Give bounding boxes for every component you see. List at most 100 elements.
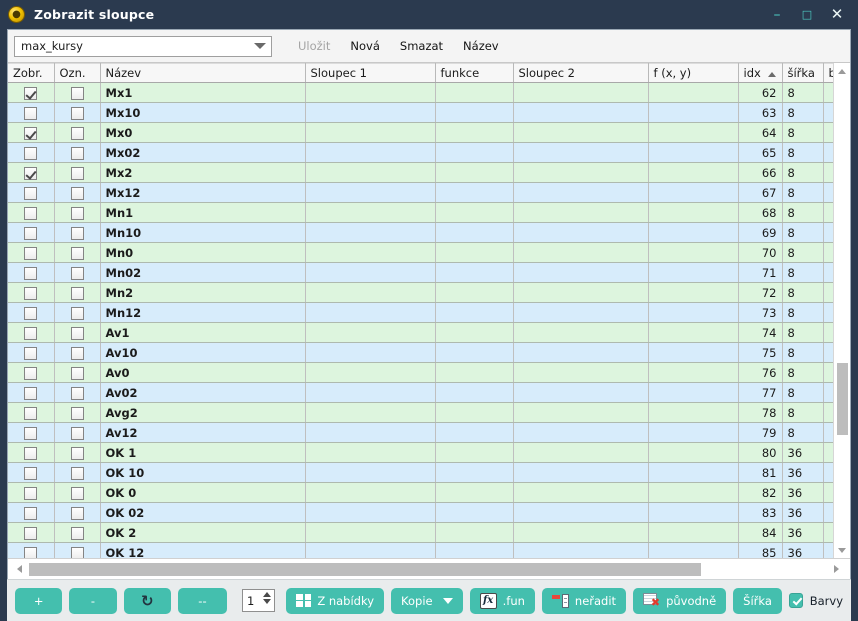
row-sloupec2-cell[interactable] (513, 282, 649, 303)
row-idx-cell[interactable]: 64 (738, 122, 783, 143)
row-funkce-cell[interactable] (435, 222, 514, 243)
row-sirka-cell[interactable]: 8 (782, 382, 824, 403)
row-fxy-cell[interactable] (648, 182, 739, 203)
row-name-cell[interactable]: Av0 (100, 362, 306, 383)
row-visible-checkbox[interactable] (8, 242, 55, 263)
row-fxy-cell[interactable] (648, 522, 739, 543)
row-sloupec1-cell[interactable] (305, 202, 436, 223)
refresh-button[interactable]: ↻ (123, 587, 171, 614)
row-marked-checkbox-box[interactable] (70, 386, 84, 400)
table-row[interactable]: Mx26680 (8, 162, 850, 183)
row-name-cell[interactable]: Mx02 (100, 142, 306, 163)
row-idx-cell[interactable]: 76 (738, 362, 783, 383)
row-sloupec2-cell[interactable] (513, 182, 649, 203)
row-sirka-cell[interactable]: 8 (782, 142, 824, 163)
row-funkce-cell[interactable] (435, 122, 514, 143)
row-idx-cell[interactable]: 85 (738, 542, 783, 558)
row-visible-checkbox[interactable] (8, 482, 55, 503)
row-visible-checkbox[interactable] (8, 222, 55, 243)
scroll-up-icon[interactable] (834, 63, 850, 79)
row-idx-cell[interactable]: 71 (738, 262, 783, 283)
table-row[interactable]: Mn07080 (8, 242, 850, 263)
row-visible-checkbox[interactable] (8, 142, 55, 163)
row-visible-checkbox-box[interactable] (24, 486, 38, 500)
row-sloupec1-cell[interactable] (305, 342, 436, 363)
row-sirka-cell[interactable]: 8 (782, 102, 824, 123)
row-marked-checkbox[interactable] (54, 482, 101, 503)
table-row[interactable]: Av17480 (8, 322, 850, 343)
row-sloupec1-cell[interactable] (305, 382, 436, 403)
row-fxy-cell[interactable] (648, 302, 739, 323)
row-marked-checkbox[interactable] (54, 442, 101, 463)
row-sloupec1-cell[interactable] (305, 322, 436, 343)
table-row[interactable]: OK 1081360 (8, 462, 850, 483)
row-funkce-cell[interactable] (435, 202, 514, 223)
table-row[interactable]: Mx126780 (8, 182, 850, 203)
chevron-down-icon[interactable] (251, 37, 269, 56)
row-name-cell[interactable]: Av12 (100, 422, 306, 443)
row-marked-checkbox-box[interactable] (70, 146, 84, 160)
row-sirka-cell[interactable]: 36 (782, 522, 824, 543)
row-name-cell[interactable]: Av02 (100, 382, 306, 403)
row-idx-cell[interactable]: 79 (738, 422, 783, 443)
row-idx-cell[interactable]: 77 (738, 382, 783, 403)
row-sirka-cell[interactable]: 8 (782, 82, 824, 103)
row-fxy-cell[interactable] (648, 262, 739, 283)
row-idx-cell[interactable]: 72 (738, 282, 783, 303)
row-sloupec1-cell[interactable] (305, 222, 436, 243)
row-fxy-cell[interactable] (648, 162, 739, 183)
row-name-cell[interactable]: Mx12 (100, 182, 306, 203)
row-idx-cell[interactable]: 75 (738, 342, 783, 363)
row-fxy-cell[interactable] (648, 322, 739, 343)
stepper-up-icon[interactable] (263, 592, 272, 597)
row-visible-checkbox-box[interactable] (24, 286, 38, 300)
row-sirka-cell[interactable]: 36 (782, 462, 824, 483)
table-row[interactable]: Av07680 (8, 362, 850, 383)
row-sirka-cell[interactable]: 8 (782, 242, 824, 263)
row-name-cell[interactable]: OK 02 (100, 502, 306, 523)
row-name-cell[interactable]: Av1 (100, 322, 306, 343)
table-row[interactable]: OK 180360 (8, 442, 850, 463)
row-visible-checkbox[interactable] (8, 522, 55, 543)
row-fxy-cell[interactable] (648, 462, 739, 483)
row-fxy-cell[interactable] (648, 442, 739, 463)
row-sloupec2-cell[interactable] (513, 542, 649, 558)
row-marked-checkbox[interactable] (54, 302, 101, 323)
row-sloupec1-cell[interactable] (305, 82, 436, 103)
row-fxy-cell[interactable] (648, 282, 739, 303)
row-sloupec2-cell[interactable] (513, 82, 649, 103)
row-marked-checkbox-box[interactable] (70, 346, 84, 360)
row-visible-checkbox-box[interactable] (24, 386, 38, 400)
row-marked-checkbox[interactable] (54, 342, 101, 363)
row-idx-cell[interactable]: 68 (738, 202, 783, 223)
row-visible-checkbox-box[interactable] (24, 86, 38, 100)
row-visible-checkbox-box[interactable] (24, 306, 38, 320)
table-row[interactable]: Mx026580 (8, 142, 850, 163)
table-row[interactable]: OK 1285360 (8, 542, 850, 558)
row-sloupec1-cell[interactable] (305, 102, 436, 123)
row-funkce-cell[interactable] (435, 282, 514, 303)
row-visible-checkbox-box[interactable] (24, 226, 38, 240)
row-visible-checkbox[interactable] (8, 162, 55, 183)
row-sloupec2-cell[interactable] (513, 142, 649, 163)
row-idx-cell[interactable]: 73 (738, 302, 783, 323)
row-name-cell[interactable]: Mn10 (100, 222, 306, 243)
row-visible-checkbox-box[interactable] (24, 426, 38, 440)
row-visible-checkbox[interactable] (8, 202, 55, 223)
col-header-idx[interactable]: idx (738, 63, 783, 83)
row-sirka-cell[interactable]: 8 (782, 282, 824, 303)
col-header-ozn[interactable]: Ozn. (54, 63, 101, 83)
row-visible-checkbox-box[interactable] (24, 186, 38, 200)
row-name-cell[interactable]: Mx1 (100, 82, 306, 103)
row-visible-checkbox[interactable] (8, 402, 55, 423)
row-visible-checkbox-box[interactable] (24, 446, 38, 460)
col-header-fxy[interactable]: f (x, y) (648, 63, 739, 83)
row-marked-checkbox[interactable] (54, 262, 101, 283)
row-visible-checkbox[interactable] (8, 442, 55, 463)
row-funkce-cell[interactable] (435, 262, 514, 283)
row-funkce-cell[interactable] (435, 322, 514, 343)
row-visible-checkbox[interactable] (8, 422, 55, 443)
row-funkce-cell[interactable] (435, 502, 514, 523)
row-visible-checkbox[interactable] (8, 362, 55, 383)
row-visible-checkbox-box[interactable] (24, 466, 38, 480)
